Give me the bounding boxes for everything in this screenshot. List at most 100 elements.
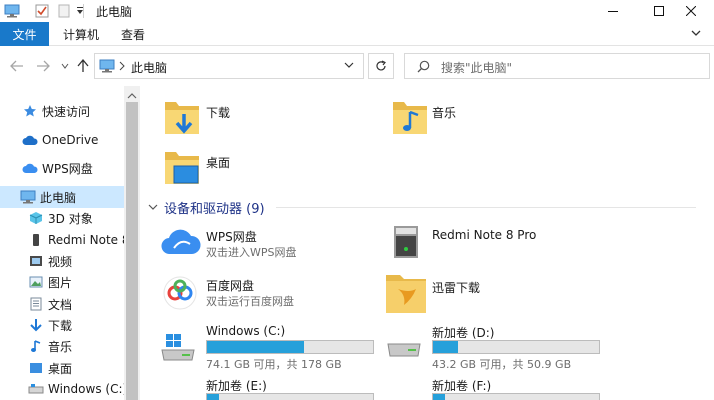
sidebar-item-3d-objects[interactable]: 3D 对象 — [0, 207, 124, 229]
search-icon — [417, 60, 430, 76]
sidebar-item-label: 下载 — [48, 318, 73, 333]
sidebar-item-music[interactable]: 音乐 — [0, 335, 124, 357]
quick-access-dropdown-icon[interactable] — [72, 3, 88, 19]
drive-usage-bar — [206, 340, 374, 354]
drive-name: Windows (C:) — [206, 324, 286, 338]
drive-free-space: 74.1 GB 可用，共 178 GB — [206, 358, 342, 371]
breadcrumb-chevron-icon[interactable] — [119, 60, 125, 74]
sidebar-item-label: 3D 对象 — [48, 211, 93, 226]
drive-name: 新加卷 (E:) — [206, 379, 267, 393]
title-bar: 此电脑 — [0, 0, 714, 22]
video-icon — [28, 253, 44, 269]
device-baidu-netdisk[interactable]: 百度网盘 双击运行百度网盘 — [160, 273, 370, 313]
computer-icon — [4, 3, 20, 19]
desktop-folder-icon — [162, 146, 202, 193]
up-button[interactable] — [74, 57, 92, 75]
sidebar-item-quick-access[interactable]: 快速访问 — [0, 100, 124, 122]
sidebar-item-downloads[interactable]: 下载 — [0, 314, 124, 336]
sidebar-item-this-pc[interactable]: 此电脑 — [0, 186, 124, 208]
back-button[interactable] — [8, 57, 26, 75]
sidebar-item-desktop[interactable]: 桌面 — [0, 357, 124, 379]
breadcrumb[interactable]: 此电脑 — [131, 59, 167, 76]
device-subtitle: 双击运行百度网盘 — [206, 295, 294, 308]
phone-device-icon — [388, 224, 428, 263]
ribbon-tabs: 文件 计算机 查看 — [0, 22, 714, 46]
tab-computer[interactable]: 计算机 — [63, 22, 99, 46]
devices-group-header[interactable]: 设备和驱动器 (9) — [148, 198, 265, 217]
sidebar-item-label: 桌面 — [48, 361, 73, 376]
properties-icon[interactable] — [34, 3, 50, 19]
sidebar-item-wps-cloud[interactable]: WPS网盘 — [0, 157, 124, 179]
desktop-icon — [28, 360, 44, 376]
folder-name: 桌面 — [206, 156, 231, 170]
new-folder-icon[interactable] — [56, 3, 72, 19]
drive-d[interactable]: 新加卷 (D:) 43.2 GB 可用，共 50.9 GB — [384, 322, 606, 371]
drive-icon — [384, 332, 424, 367]
folder-music[interactable]: 音乐 — [390, 96, 590, 140]
drive-usage-bar — [432, 393, 600, 400]
sidebar-item-videos[interactable]: 视频 — [0, 250, 124, 272]
drive-c[interactable]: Windows (C:) 74.1 GB 可用，共 178 GB — [158, 322, 380, 371]
close-button[interactable] — [668, 0, 714, 22]
music-folder-icon — [390, 96, 430, 143]
drive-usage-fill — [207, 341, 304, 353]
sidebar-item-label: 此电脑 — [40, 190, 77, 205]
drive-usage-fill — [207, 394, 219, 400]
sidebar-scrollbar[interactable] — [124, 86, 140, 400]
device-thunder-download[interactable]: 迅雷下载 — [384, 271, 604, 315]
wps-cloud-icon — [160, 224, 202, 261]
minimize-button[interactable] — [590, 0, 636, 22]
navigation-pane: 快速访问 OneDrive WPS网盘 此电脑 3D 对象 Redmi Note… — [0, 86, 124, 400]
sidebar-item-pictures[interactable]: 图片 — [0, 271, 124, 293]
address-bar[interactable]: 此电脑 — [94, 53, 364, 79]
drive-name: 新加卷 (D:) — [432, 326, 495, 340]
search-box[interactable]: 搜索"此电脑" — [404, 53, 710, 79]
drive-e[interactable]: 新加卷 (E:) — [158, 375, 380, 400]
sidebar-item-redmi-note-8[interactable]: Redmi Note 8 — [0, 229, 124, 251]
tab-view[interactable]: 查看 — [121, 22, 145, 46]
address-dropdown-icon[interactable] — [343, 59, 357, 73]
device-wps-cloud[interactable]: WPS网盘 双击进入WPS网盘 — [160, 224, 370, 264]
pictures-icon — [28, 274, 44, 290]
folder-name: 下载 — [206, 106, 231, 120]
group-divider — [276, 207, 696, 208]
drive-usage-fill — [433, 341, 459, 353]
scroll-up-icon[interactable] — [127, 89, 137, 99]
cloud-icon — [22, 132, 38, 148]
sidebar-item-label: 图片 — [48, 275, 73, 290]
star-icon — [22, 103, 38, 119]
drive-free-space: 43.2 GB 可用，共 50.9 GB — [432, 358, 572, 371]
search-input[interactable]: 搜索"此电脑" — [441, 59, 512, 76]
drive-icon — [28, 381, 44, 397]
wps-cloud-icon — [22, 160, 38, 176]
sidebar-item-label: 视频 — [48, 254, 73, 269]
phone-icon — [28, 232, 44, 248]
drive-f[interactable]: 新加卷 (F:) — [384, 375, 606, 400]
recent-locations-icon[interactable] — [56, 57, 74, 75]
sidebar-item-label: 音乐 — [48, 339, 73, 354]
document-icon — [28, 296, 44, 312]
music-icon — [28, 338, 44, 354]
sidebar-item-onedrive[interactable]: OneDrive — [0, 129, 124, 151]
computer-icon — [20, 189, 36, 205]
collapse-chevron-icon[interactable] — [148, 200, 158, 215]
folder-desktop[interactable]: 桌面 — [162, 146, 362, 190]
sidebar-item-label: 文档 — [48, 297, 73, 312]
download-folder-icon — [162, 96, 202, 143]
device-name: 迅雷下载 — [432, 281, 481, 295]
forward-button[interactable] — [34, 57, 52, 75]
drive-usage-fill — [433, 394, 445, 400]
expand-ribbon-icon[interactable] — [689, 26, 705, 42]
drive-usage-bar — [432, 340, 600, 354]
device-name: Redmi Note 8 Pro — [432, 228, 537, 242]
device-redmi-note-8-pro[interactable]: Redmi Note 8 Pro — [388, 224, 608, 264]
drive-name: 新加卷 (F:) — [432, 379, 492, 393]
sidebar-item-windows-c[interactable]: Windows (C:) — [0, 378, 124, 400]
sidebar-item-documents[interactable]: 文档 — [0, 293, 124, 315]
folder-downloads[interactable]: 下载 — [162, 96, 362, 140]
tab-file[interactable]: 文件 — [0, 22, 49, 46]
computer-icon — [99, 59, 115, 76]
folder-name: 音乐 — [432, 106, 457, 120]
refresh-button[interactable] — [368, 53, 394, 79]
scroll-thumb[interactable] — [126, 102, 138, 400]
